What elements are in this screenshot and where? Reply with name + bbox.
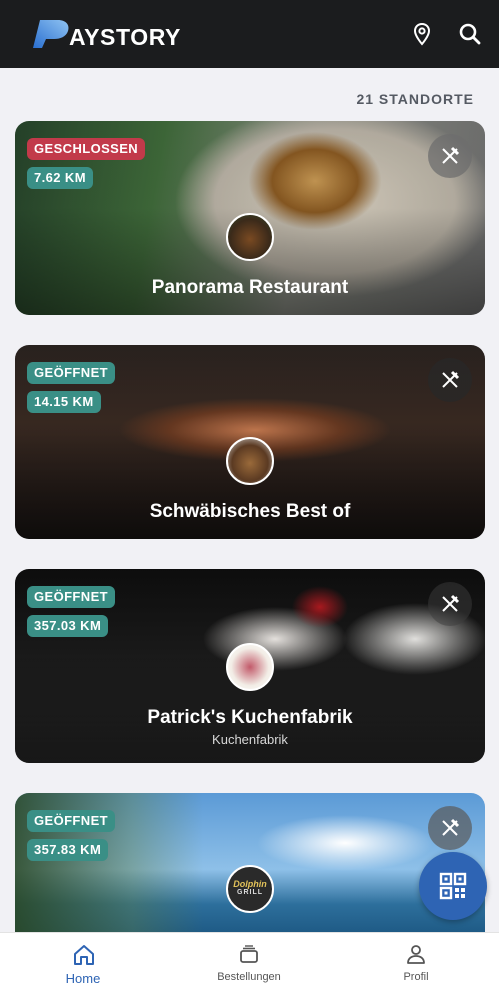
qr-code-icon (439, 872, 467, 900)
status-badge: GEÖFFNET (27, 362, 115, 384)
restaurant-name: Schwäbisches Best of (149, 501, 351, 522)
distance-badge: 7.62 KM (27, 167, 93, 189)
bottom-navigation: Home Bestellungen Profil (0, 932, 499, 1000)
search-icon[interactable] (456, 20, 484, 48)
home-icon (74, 945, 94, 965)
qr-scan-button[interactable] (419, 852, 487, 920)
restaurant-category: Kuchenfabrik (212, 732, 288, 747)
location-count: 21 STANDORTE (356, 91, 474, 107)
knife-fork-icon[interactable] (428, 134, 472, 178)
nav-item-orders[interactable]: Bestellungen (166, 933, 332, 1000)
restaurant-card[interactable]: GEÖFFNET 14.15 KM Schwäbisches Best of (15, 345, 485, 539)
distance-badge: 357.03 KM (27, 615, 109, 637)
restaurant-name: Patrick's Kuchenfabrik (147, 707, 353, 728)
knife-fork-icon[interactable] (428, 358, 472, 402)
location-pin-icon[interactable] (408, 20, 436, 48)
status-badge: GEÖFFNET (27, 586, 115, 608)
avatar-logo-text-bottom: GRILL (237, 889, 263, 896)
knife-fork-icon[interactable] (428, 582, 472, 626)
logo-text: AYSTORY (69, 24, 182, 50)
knife-fork-icon[interactable] (428, 806, 472, 850)
avatar-logo-text-top: Dolphin (233, 879, 267, 889)
nav-label-profile: Profil (403, 971, 429, 983)
restaurant-avatar (226, 437, 274, 485)
restaurant-avatar (226, 643, 274, 691)
nav-item-home[interactable]: Home (0, 933, 166, 1000)
logo-mark-icon (33, 20, 69, 48)
top-app-bar: AYSTORY (0, 0, 499, 68)
restaurant-avatar: Dolphin GRILL (226, 865, 274, 913)
restaurant-card[interactable]: GESCHLOSSEN 7.62 KM Panorama Restaurant (15, 121, 485, 315)
distance-badge: 357.83 KM (27, 839, 109, 861)
nav-item-profile[interactable]: Profil (333, 933, 499, 1000)
restaurant-avatar (226, 213, 274, 261)
restaurant-card[interactable]: GEÖFFNET 357.03 KM Patrick's Kuchenfabri… (15, 569, 485, 763)
status-badge: GEÖFFNET (27, 810, 115, 832)
profile-icon (407, 945, 425, 964)
nav-label-home: Home (65, 971, 101, 986)
status-badge: GESCHLOSSEN (27, 138, 146, 160)
restaurant-name: Panorama Restaurant (151, 277, 349, 298)
restaurant-card[interactable]: GEÖFFNET 357.83 KM Dolphin GRILL (15, 793, 485, 932)
orders-icon (240, 945, 258, 963)
app-logo[interactable]: AYSTORY (32, 18, 182, 52)
distance-badge: 14.15 KM (27, 391, 101, 413)
nav-label-orders: Bestellungen (217, 971, 281, 983)
